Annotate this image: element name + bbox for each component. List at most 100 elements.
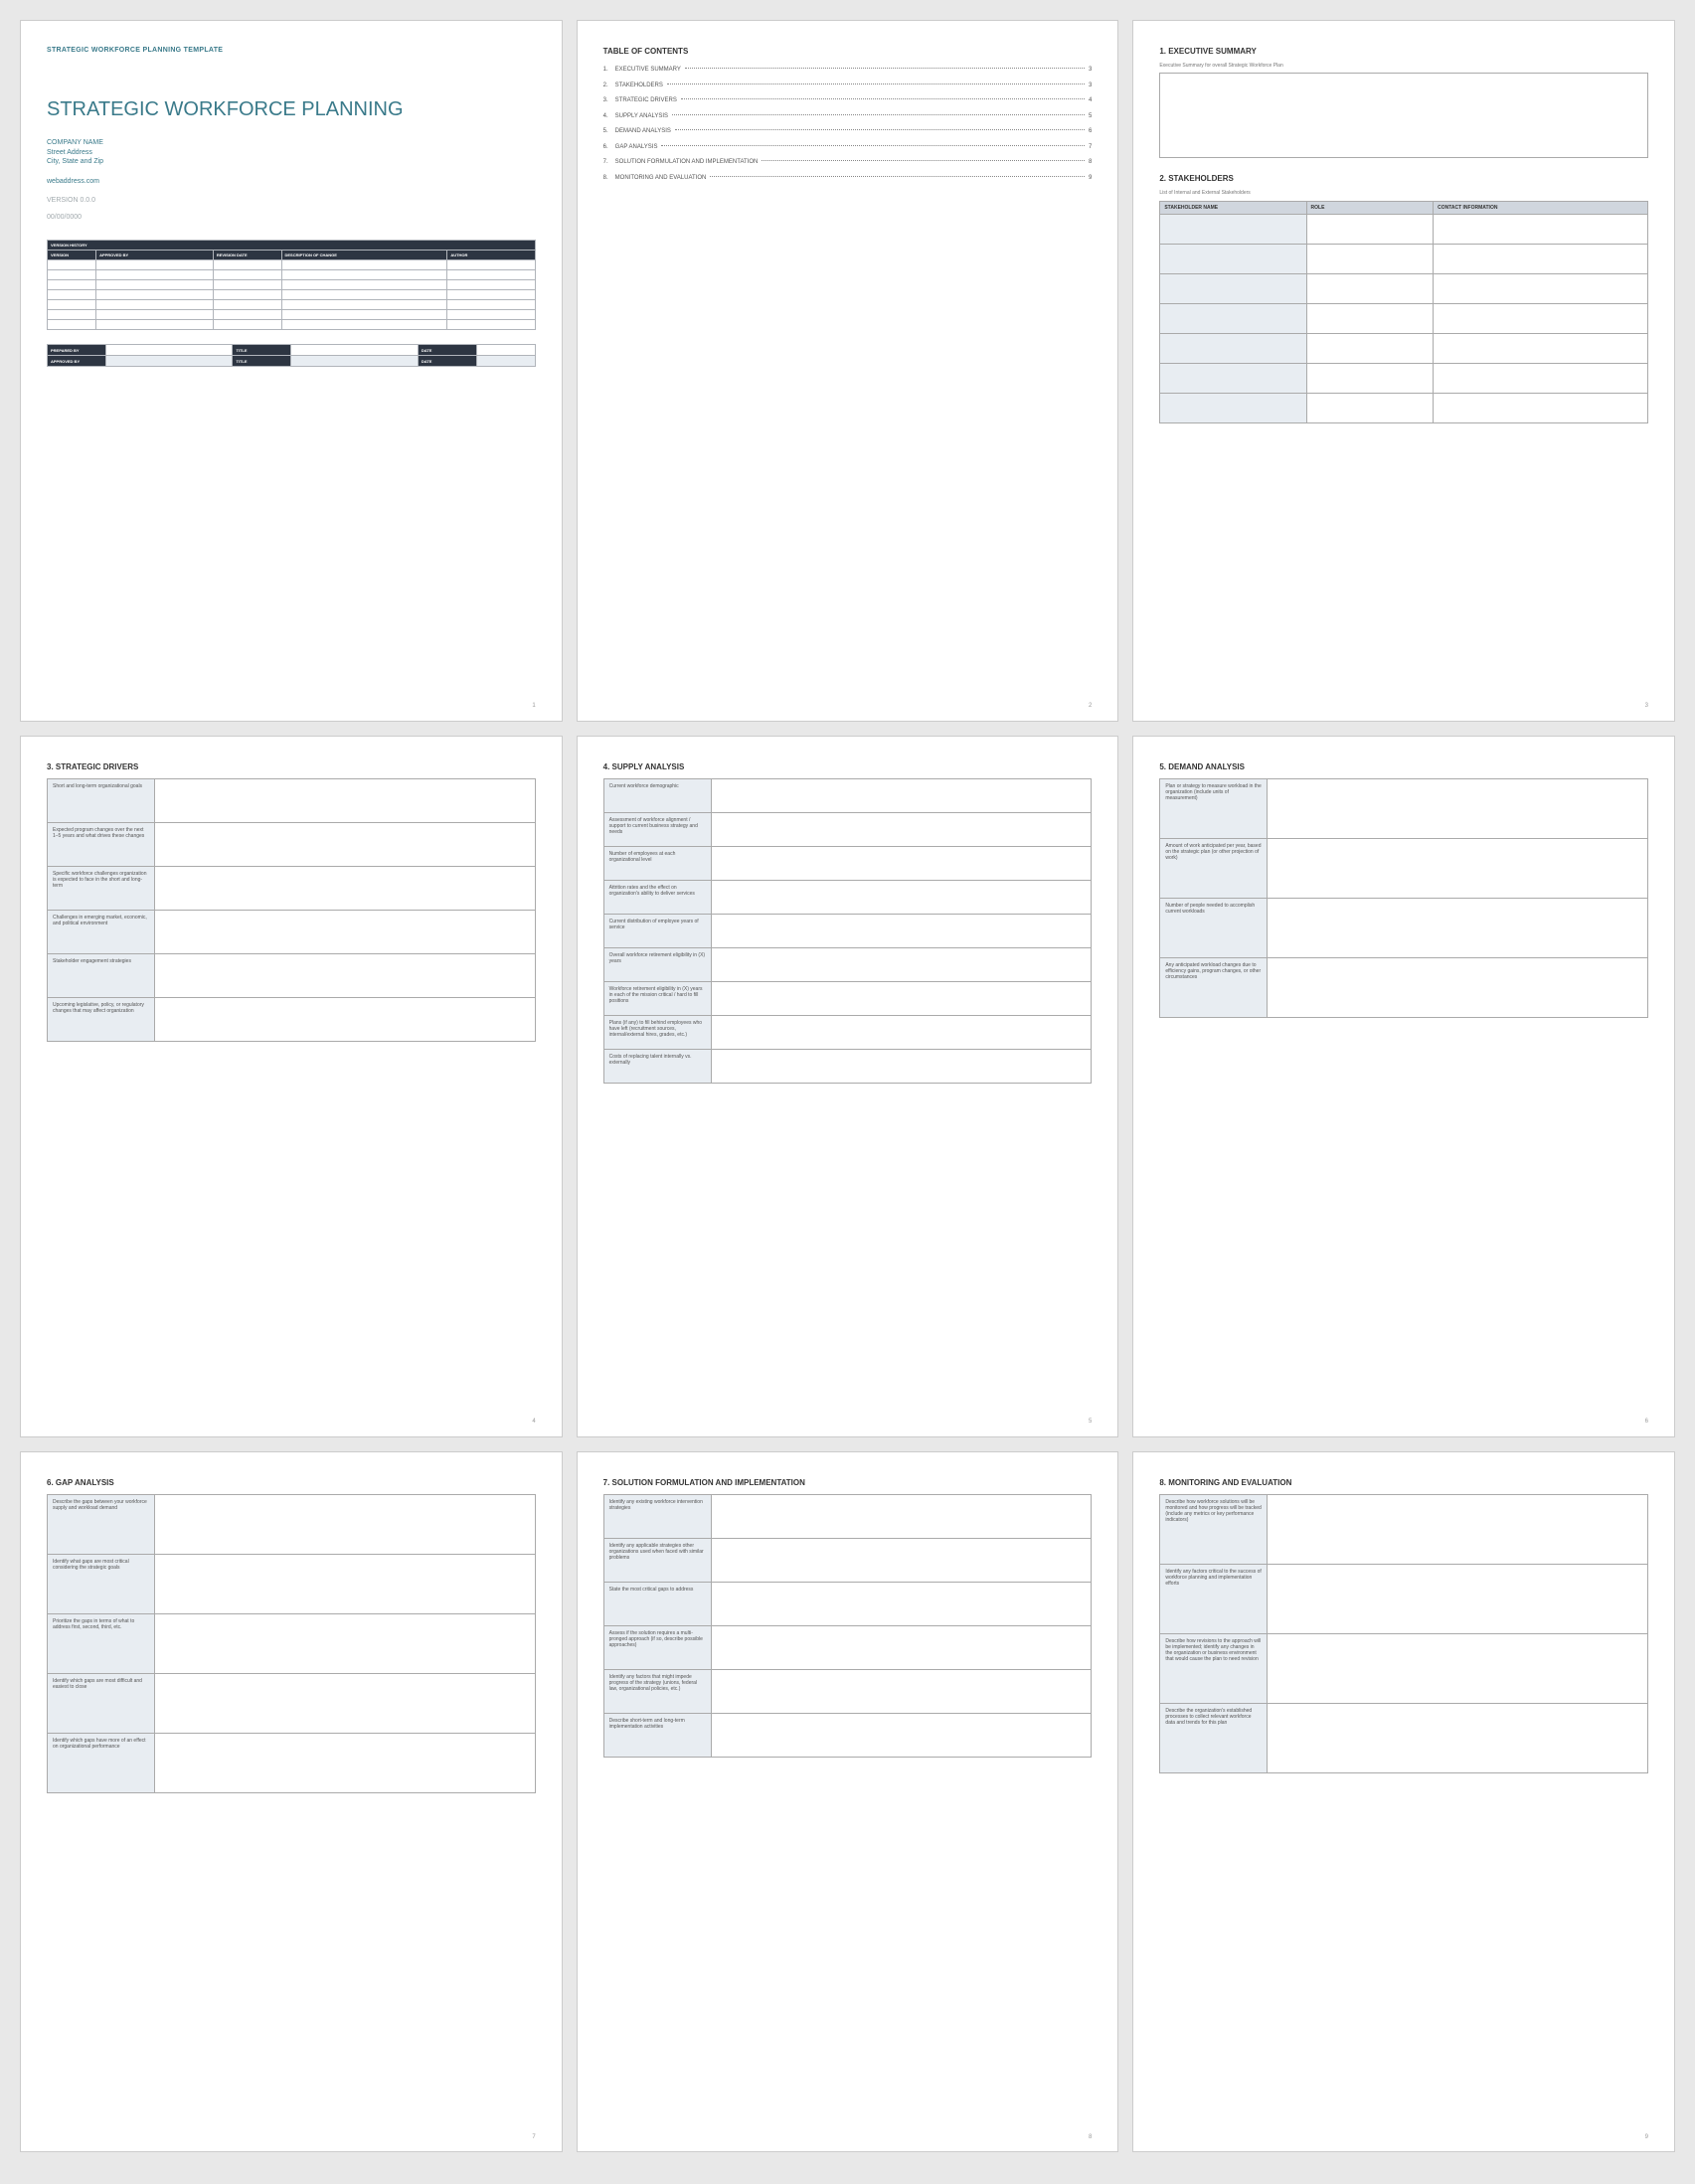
- toc-item: 5.DEMAND ANALYSIS6: [603, 128, 1093, 136]
- table-row: Upcoming legislative, policy, or regulat…: [48, 997, 536, 1041]
- row-value: [1268, 838, 1648, 898]
- stakeholders-heading: 2. STAKEHOLDERS: [1159, 174, 1648, 184]
- row-label: State the most critical gaps to address: [603, 1582, 711, 1625]
- toc-page: 3: [1089, 83, 1092, 90]
- table-row: [1160, 273, 1648, 303]
- title-label: TITLE: [233, 345, 291, 356]
- table-row: Identify any applicable strategies other…: [603, 1538, 1092, 1582]
- page-number: 2: [1089, 703, 1092, 711]
- row-label: Assessment of workforce alignment / supp…: [603, 812, 711, 846]
- table-row: Short and long-term organizational goals: [48, 778, 536, 822]
- row-value: [154, 1733, 535, 1792]
- toc-dots: [672, 114, 1085, 115]
- toc-dots: [661, 145, 1085, 146]
- row-value: [711, 1015, 1092, 1049]
- row-label: Identify any existing workforce interven…: [603, 1494, 711, 1538]
- table-row: Prioritize the gaps in terms of what to …: [48, 1613, 536, 1673]
- title-label-2: TITLE: [233, 356, 291, 367]
- toc-num: 4.: [603, 113, 615, 121]
- row-value: [711, 1538, 1092, 1582]
- supply-analysis-heading: 4. SUPPLY ANALYSIS: [603, 762, 1093, 772]
- table-row: Assess if the solution requires a multi-…: [603, 1625, 1092, 1669]
- toc-num: 2.: [603, 83, 615, 90]
- gap-analysis-table: Describe the gaps between your workforce…: [47, 1494, 536, 1793]
- page-7: 6. GAP ANALYSIS Describe the gaps betwee…: [20, 1451, 563, 2153]
- toc-label: MONITORING AND EVALUATION: [615, 175, 707, 183]
- toc-item: 4.SUPPLY ANALYSIS 5: [603, 113, 1093, 121]
- row-value: [154, 1613, 535, 1673]
- toc-num: 8.: [603, 175, 615, 183]
- page-8: 7. SOLUTION FORMULATION AND IMPLEMENTATI…: [577, 1451, 1119, 2153]
- row-value: [154, 997, 535, 1041]
- page-number: 8: [1089, 2134, 1092, 2142]
- table-row: Workforce retirement eligibility in (X) …: [603, 981, 1092, 1015]
- table-row: [48, 320, 536, 330]
- row-value: [154, 1554, 535, 1613]
- toc-num: 3.: [603, 97, 615, 105]
- toc-item: 7.SOLUTION FORMULATION AND IMPLEMENTATIO…: [603, 159, 1093, 167]
- row-label: Workforce retirement eligibility in (X) …: [603, 981, 711, 1015]
- demand-analysis-table: Plan or strategy to measure workload in …: [1159, 778, 1648, 1018]
- toc-num: 5.: [603, 128, 615, 136]
- prepared-by-label: PREPARED BY: [48, 345, 106, 356]
- row-label: Describe how revisions to the approach w…: [1160, 1633, 1268, 1703]
- table-row: Challenges in emerging market, economic,…: [48, 910, 536, 953]
- row-label: Describe the gaps between your workforce…: [48, 1494, 155, 1554]
- page-1: STRATEGIC WORKFORCE PLANNING TEMPLATE ST…: [20, 20, 563, 722]
- row-value: [711, 1494, 1092, 1538]
- table-row: Number of employees at each organization…: [603, 846, 1092, 880]
- version-history-table: VERSION HISTORY VERSION APPROVED BY REVI…: [47, 240, 536, 330]
- page-3: 1. EXECUTIVE SUMMARY Executive Summary f…: [1132, 20, 1675, 722]
- row-value: [154, 910, 535, 953]
- toc-page: 4: [1089, 97, 1092, 105]
- toc-item: 6.GAP ANALYSIS7: [603, 144, 1093, 152]
- toc-label: STRATEGIC DRIVERS: [615, 97, 677, 105]
- exec-summary-note: Executive Summary for overall Strategic …: [1159, 63, 1648, 69]
- toc-page: 5: [1089, 113, 1092, 121]
- solution-heading: 7. SOLUTION FORMULATION AND IMPLEMENTATI…: [603, 1478, 1093, 1488]
- table-row: Describe the organization's established …: [1160, 1703, 1648, 1772]
- version-label: VERSION 0.0.0: [47, 197, 536, 206]
- signoff-table: PREPARED BY TITLE DATE APPROVED BY TITLE…: [47, 344, 536, 367]
- toc-list: 1.EXECUTIVE SUMMARY32.STAKEHOLDERS33.STR…: [603, 67, 1093, 182]
- table-row: [48, 270, 536, 280]
- toc-num: 7.: [603, 159, 615, 167]
- page-number: 4: [532, 1419, 535, 1427]
- row-value: [1268, 1703, 1648, 1772]
- table-row: [1160, 393, 1648, 422]
- row-value: [711, 1713, 1092, 1757]
- row-label: Expected program changes over the next 1…: [48, 822, 155, 866]
- toc-page: 3: [1089, 67, 1092, 75]
- row-label: Overall workforce retirement eligibility…: [603, 947, 711, 981]
- row-value: [1268, 778, 1648, 838]
- solution-table: Identify any existing workforce interven…: [603, 1494, 1093, 1758]
- row-label: Identify which gaps are most difficult a…: [48, 1673, 155, 1733]
- row-value: [154, 778, 535, 822]
- table-row: Identify which gaps have more of an effe…: [48, 1733, 536, 1792]
- table-row: [48, 260, 536, 270]
- col-role: ROLE: [1306, 201, 1434, 214]
- row-label: Stakeholder engagement strategies: [48, 953, 155, 997]
- page-number: 5: [1089, 1419, 1092, 1427]
- table-row: [1160, 244, 1648, 273]
- prepared-by-row: PREPARED BY TITLE DATE: [48, 345, 536, 356]
- toc-dots: [675, 129, 1085, 130]
- table-row: Costs of replacing talent internally vs.…: [603, 1049, 1092, 1083]
- stakeholders-note: List of Internal and External Stakeholde…: [1159, 190, 1648, 196]
- toc-num: 1.: [603, 67, 615, 75]
- row-label: Number of people needed to accomplish cu…: [1160, 898, 1268, 957]
- monitoring-table: Describe how workforce solutions will be…: [1159, 1494, 1648, 1773]
- row-label: Current workforce demographic: [603, 778, 711, 812]
- table-row: [1160, 214, 1648, 244]
- table-row: Identify any existing workforce interven…: [603, 1494, 1092, 1538]
- row-label: Costs of replacing talent internally vs.…: [603, 1049, 711, 1083]
- table-row: Specific workforce challenges organizati…: [48, 866, 536, 910]
- table-row: Identify any factors critical to the suc…: [1160, 1564, 1648, 1633]
- table-row: Number of people needed to accomplish cu…: [1160, 898, 1648, 957]
- doc-header: STRATEGIC WORKFORCE PLANNING TEMPLATE: [47, 47, 536, 56]
- toc-label: SUPPLY ANALYSIS: [615, 113, 668, 121]
- row-label: Amount of work anticipated per year, bas…: [1160, 838, 1268, 898]
- row-label: Identify any factors critical to the suc…: [1160, 1564, 1268, 1633]
- row-label: Specific workforce challenges organizati…: [48, 866, 155, 910]
- table-row: Identify what gaps are most critical con…: [48, 1554, 536, 1613]
